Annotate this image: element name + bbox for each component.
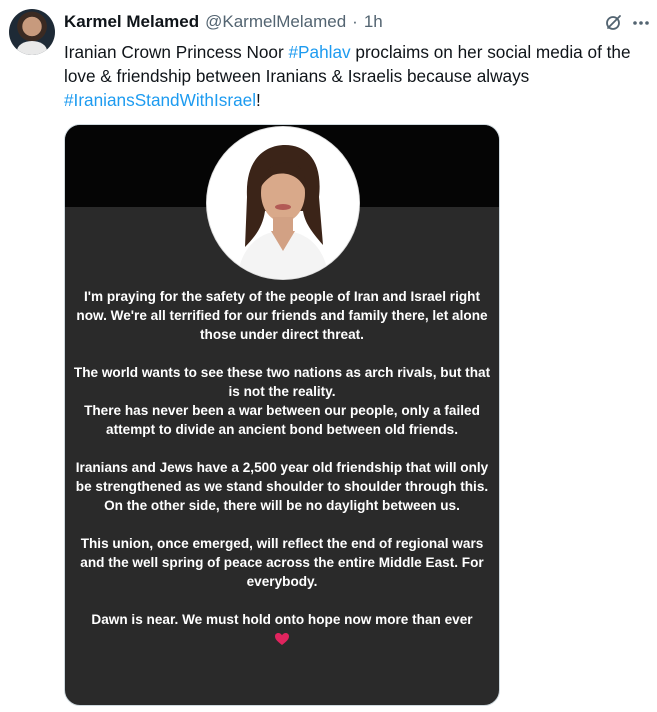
hashtag-link[interactable]: #Pahlav — [288, 42, 350, 62]
hashtag-link[interactable]: #IraniansStandWithIsrael — [64, 90, 256, 110]
story-paragraph: Iranians and Jews have a 2,500 year old … — [75, 460, 489, 513]
tweet-header: Karmel Melamed @KarmelMelamed · 1h — [64, 12, 383, 34]
story-paragraph: The world wants to see these two nations… — [73, 365, 491, 399]
story-text: I'm praying for the safety of the people… — [65, 287, 499, 648]
separator-dot: · — [352, 12, 358, 31]
tweet[interactable]: Karmel Melamed @KarmelMelamed · 1h Irani… — [0, 0, 657, 712]
author-name[interactable]: Karmel Melamed — [64, 12, 199, 32]
author-handle[interactable]: @KarmelMelamed — [205, 12, 346, 32]
story-paragraph: This union, once emerged, will reflect t… — [80, 536, 484, 589]
more-icon[interactable] — [630, 12, 652, 32]
story-paragraph: There has never been a war between our p… — [84, 403, 480, 437]
portrait-illustration — [207, 127, 359, 279]
portrait-photo — [207, 127, 359, 279]
tweet-text: Iranian Crown Princess Noor #Pahlav proc… — [64, 40, 652, 112]
media-image[interactable]: I'm praying for the safety of the people… — [64, 124, 500, 706]
heart-icon — [275, 633, 289, 646]
story-paragraph: Dawn is near. We must hold onto hope now… — [91, 612, 473, 627]
timestamp[interactable]: 1h — [364, 12, 383, 32]
story-paragraph: I'm praying for the safety of the people… — [76, 289, 488, 342]
tweet-text-part: Iranian Crown Princess Noor — [64, 42, 289, 62]
grok-icon[interactable] — [604, 12, 624, 32]
tweet-text-part: ! — [256, 90, 261, 110]
avatar[interactable] — [9, 9, 55, 55]
